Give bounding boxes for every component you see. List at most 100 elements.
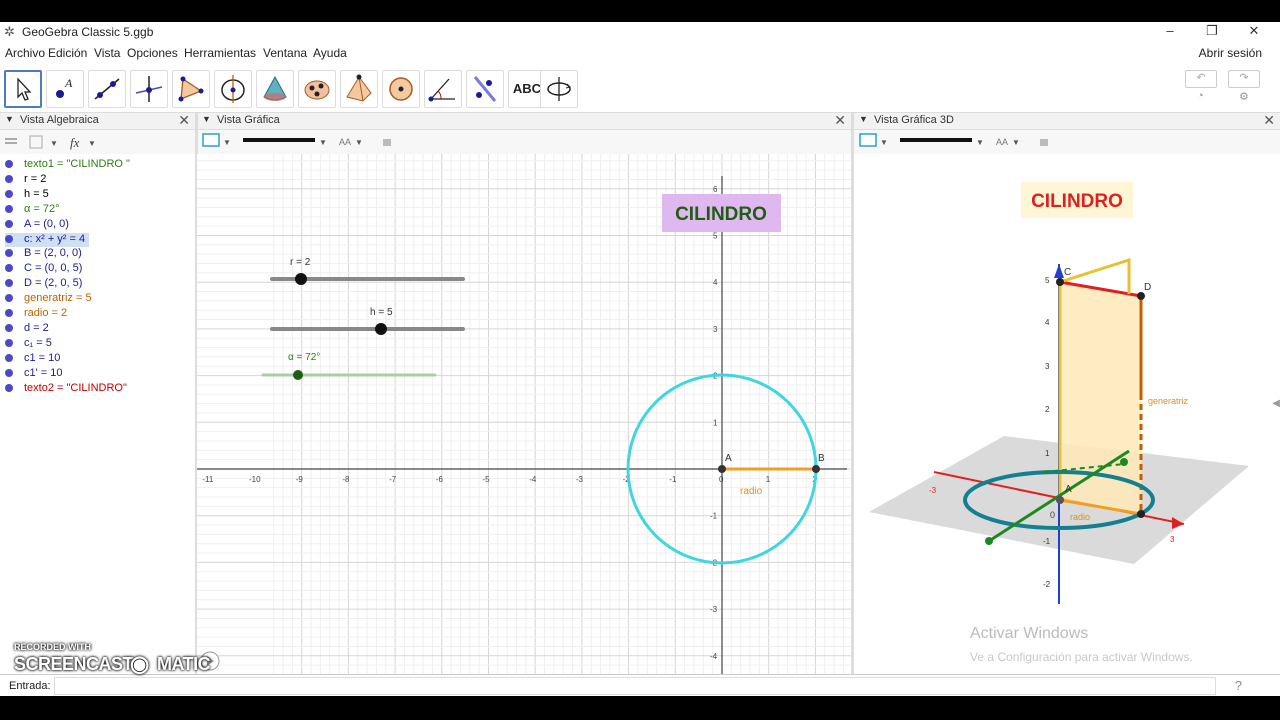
minimize-button[interactable]: – — [1150, 22, 1190, 42]
x-tick: 3 — [1170, 535, 1175, 544]
menu-opciones[interactable]: Opciones — [127, 46, 178, 60]
visibility-toggle[interactable] — [5, 338, 13, 347]
visibility-toggle[interactable] — [5, 279, 13, 288]
line-style-icon[interactable]: ▼ — [243, 138, 327, 147]
visibility-toggle[interactable] — [5, 383, 13, 392]
description-mode-icon[interactable]: ▼ — [29, 135, 58, 149]
svg-text:fx: fx — [70, 135, 80, 150]
collapse-arrow-icon[interactable]: ◀ — [1272, 398, 1280, 409]
close-graphics-view-icon[interactable]: ✕ — [834, 112, 846, 129]
point-c[interactable] — [1056, 278, 1064, 286]
menu-edicion[interactable]: Edición — [48, 46, 87, 60]
slider-h-handle[interactable] — [375, 323, 387, 335]
menu-vista[interactable]: Vista — [94, 46, 120, 60]
graphics3d-view[interactable]: CILINDRO C D A generatriz radio 0 5 4 3 … — [854, 154, 1280, 674]
undo-button[interactable]: ↶ — [1185, 70, 1217, 88]
algebra-item[interactable]: c: x² + y² = 4 — [5, 232, 89, 247]
y-tick-label: 1 — [713, 418, 718, 427]
slider-r-handle[interactable] — [295, 273, 307, 285]
polygon-tool-button[interactable] — [172, 70, 210, 108]
font-size-icon[interactable]: AA ▼ — [339, 137, 363, 147]
perpendicular-tool-button[interactable] — [130, 70, 168, 108]
help-icon[interactable]: ◔ — [1197, 90, 1204, 102]
origin-label: 0 — [1050, 510, 1055, 520]
geogebra-icon: ✲ — [4, 24, 15, 39]
lock-icon[interactable] — [1040, 139, 1048, 146]
gear-icon[interactable]: ⚙ — [1239, 90, 1249, 103]
x-tick-label: -8 — [342, 475, 350, 484]
menu-ayuda[interactable]: Ayuda — [313, 46, 347, 60]
circle-tool-button[interactable] — [214, 70, 252, 108]
toolbar: A ABC — [0, 66, 1280, 113]
sort-icon[interactable] — [5, 138, 17, 144]
visibility-toggle[interactable] — [5, 249, 13, 258]
point-tool-button[interactable]: A — [46, 70, 84, 108]
function-input-icon[interactable]: fx ▼ — [70, 135, 96, 150]
menu-archivo[interactable]: Archivo — [5, 46, 45, 60]
svg-text:▼: ▼ — [976, 138, 984, 147]
slider-r-label: r = 2 — [290, 257, 311, 268]
visibility-toggle[interactable] — [5, 353, 13, 362]
sphere-icon — [389, 77, 413, 101]
move-tool-button[interactable] — [4, 70, 42, 108]
axes-grid-toggle-icon[interactable]: ▼ — [202, 133, 231, 147]
point-green-2[interactable] — [985, 537, 993, 545]
visibility-toggle[interactable] — [5, 204, 13, 213]
svg-text:▼: ▼ — [88, 139, 96, 148]
algebra-item-text: generatriz = 5 — [24, 292, 92, 305]
point-icon: A — [56, 76, 73, 98]
visibility-toggle[interactable] — [5, 174, 13, 183]
menu-herramientas[interactable]: Herramientas — [184, 46, 256, 60]
reflect-tool-button[interactable] — [466, 70, 504, 108]
angle-tool-button[interactable] — [424, 70, 462, 108]
redo-button[interactable]: ↷ — [1228, 70, 1260, 88]
slider-alpha-handle[interactable] — [293, 370, 303, 380]
close-algebra-view-icon[interactable]: ✕ — [178, 112, 190, 129]
plane-tool-button[interactable] — [298, 70, 336, 108]
point-a[interactable] — [718, 465, 726, 473]
algebra-item-text: D = (2, 0, 5) — [24, 277, 83, 290]
line-tool-button[interactable] — [88, 70, 126, 108]
visibility-toggle[interactable] — [5, 234, 13, 243]
y-tick-label: -1 — [710, 512, 718, 521]
input-help-icon[interactable]: ? — [1235, 678, 1242, 693]
sphere-tool-button[interactable] — [382, 70, 420, 108]
collapse-triangle-icon[interactable]: ▼ — [5, 114, 14, 124]
visibility-toggle[interactable] — [5, 323, 13, 332]
x-tick-label: -5 — [483, 475, 491, 484]
sign-in-link[interactable]: Abrir sesión — [1199, 46, 1262, 60]
collapse-triangle-icon[interactable]: ▼ — [202, 114, 211, 124]
visibility-toggle[interactable] — [5, 160, 13, 168]
close-button[interactable]: ✕ — [1234, 22, 1274, 42]
collapse-triangle-icon[interactable]: ▼ — [859, 114, 868, 124]
point-b-3d[interactable] — [1137, 510, 1145, 518]
visibility-toggle[interactable] — [5, 294, 13, 303]
solid-tool-button[interactable] — [256, 70, 294, 108]
visibility-toggle[interactable] — [5, 368, 13, 377]
lock-icon[interactable] — [383, 139, 391, 146]
font-size-icon[interactable]: AA ▼ — [996, 137, 1020, 147]
pyramid-tool-button[interactable] — [340, 70, 378, 108]
y-tick-label: 3 — [713, 325, 718, 334]
point-green[interactable] — [1120, 458, 1128, 466]
maximize-button[interactable]: ❐ — [1192, 22, 1232, 42]
graphics-view[interactable]: -11 -10 -9 -8 -7 -6 -5 -4 -3 -2 -1 0 1 2 6 5 4 3 2 1 -1 -2 -3-… — [197, 154, 851, 674]
line-style-icon[interactable]: ▼ — [900, 138, 984, 147]
rotate-view-tool-button[interactable] — [540, 70, 578, 108]
visibility-toggle[interactable] — [5, 309, 13, 317]
graphics-canvas[interactable]: -11 -10 -9 -8 -7 -6 -5 -4 -3 -2 -1 0 1 2654321-1-2-3-… — [197, 154, 851, 674]
visibility-toggle[interactable] — [5, 189, 13, 198]
point-a-3d[interactable] — [1056, 496, 1064, 504]
graphics3d-canvas[interactable]: CILINDRO C D A generatriz radio 0 5 4 3 … — [854, 154, 1280, 674]
visibility-toggle[interactable] — [5, 264, 13, 273]
axes-toggle-icon[interactable]: ▼ — [859, 133, 888, 147]
close-graphics3d-view-icon[interactable]: ✕ — [1263, 112, 1275, 129]
visibility-toggle[interactable] — [5, 219, 13, 228]
matic-text: MATIC — [157, 654, 211, 674]
svg-text:AA: AA — [339, 137, 351, 147]
menu-ventana[interactable]: Ventana — [263, 46, 307, 60]
point-b[interactable] — [812, 465, 820, 473]
algebra-item-text: c₁ = 5 — [24, 336, 52, 349]
point-d[interactable] — [1137, 292, 1145, 300]
input-field[interactable] — [54, 677, 1216, 695]
